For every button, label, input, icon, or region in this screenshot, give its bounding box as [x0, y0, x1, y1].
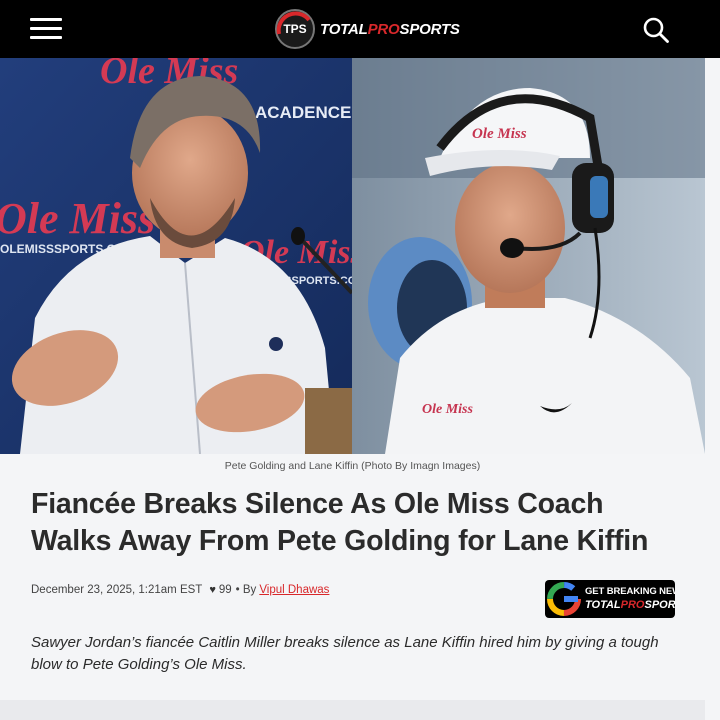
page-gutter [705, 58, 720, 454]
publish-date: December 23, 2025, 1:21am EST [31, 584, 203, 596]
image-caption: Pete Golding and Lane Kiffin (Photo By I… [224, 460, 481, 472]
hero-image: Ole Miss OLEMISSSPORTS.COM Ole Miss ACAD… [0, 58, 705, 454]
google-news-text: GET BREAKING NEWS TOTALPROSPORTS [585, 587, 675, 611]
next-content-block [0, 700, 705, 720]
author-link[interactable]: Vipul Dhawas [259, 584, 329, 596]
svg-text:TPS: TPS [283, 22, 306, 36]
like-count: 99 [218, 584, 232, 596]
search-icon[interactable] [642, 16, 670, 44]
google-news-wordmark: TOTALPROSPORTS [585, 598, 675, 611]
article-excerpt: Sawyer Jordan’s fiancée Caitlin Miller b… [31, 634, 659, 673]
tps-logo-icon: TPS [275, 9, 315, 49]
byline-prefix: • By [235, 584, 257, 596]
cap-logo-text: Ole Miss [472, 126, 527, 142]
page: TPS TOTALPROSPORTS Ole Miss OLEMISSSPORT… [0, 0, 720, 720]
site-header: TPS TOTALPROSPORTS [0, 0, 720, 58]
hamburger-icon[interactable] [30, 18, 62, 40]
google-icon [547, 582, 581, 616]
logo-wordmark: TOTALPROSPORTS [320, 20, 460, 38]
backdrop-academy-text: ACADENCE [255, 103, 351, 122]
heart-icon[interactable]: ♥ [209, 584, 216, 596]
shirt-logo-text: Ole Miss [422, 402, 474, 417]
article-meta: December 23, 2025, 1:21am EST ♥ 99 • By … [31, 584, 329, 596]
backdrop-logo-text: Ole Miss [0, 194, 155, 243]
google-news-button[interactable]: GET BREAKING NEWS TOTALPROSPORTS [545, 580, 675, 618]
google-news-line1: GET BREAKING NEWS [585, 586, 675, 598]
article-title: Fiancée Breaks Silence As Ole Miss Coach… [31, 488, 649, 557]
site-logo[interactable]: TPS TOTALPROSPORTS [274, 8, 460, 50]
